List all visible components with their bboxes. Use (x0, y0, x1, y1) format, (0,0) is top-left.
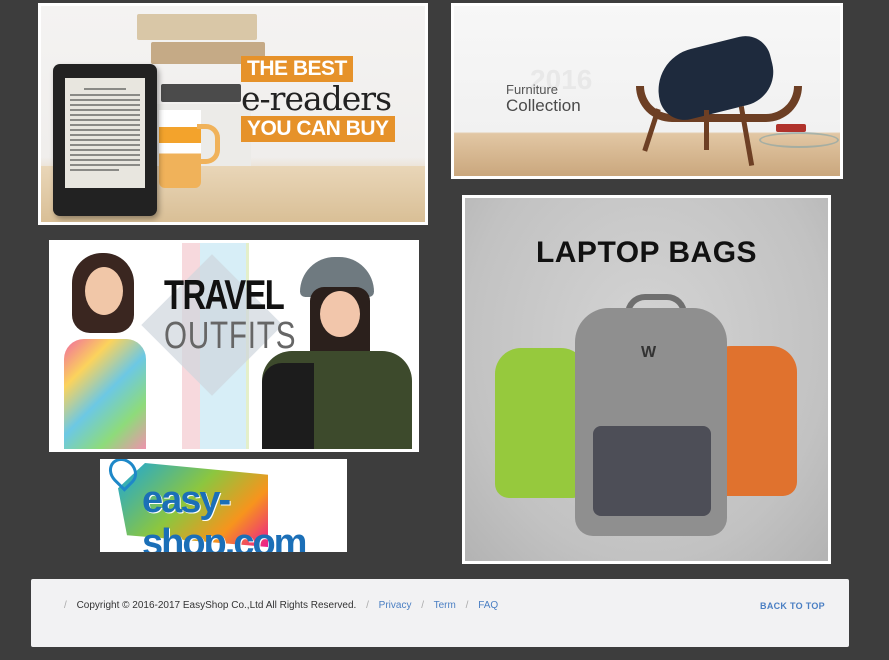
book-stack (137, 14, 257, 40)
chair-leg (704, 110, 709, 150)
separator: / (366, 600, 369, 611)
floral-dress (64, 339, 146, 449)
ereader-device (53, 64, 157, 216)
site-footer: / Copyright © 2016-2017 EasyShop Co.,Ltd… (31, 579, 849, 647)
headline-line3: YOU CAN BUY (241, 116, 395, 142)
separator: / (64, 600, 67, 611)
green-backpack (495, 348, 587, 498)
furniture-label: Furniture (506, 82, 559, 97)
separator: / (421, 600, 425, 611)
glass-side-table (759, 132, 839, 148)
book-stack (161, 84, 241, 102)
furniture-banner[interactable]: 2016 Furniture Collection (451, 3, 843, 179)
back-to-top-button[interactable]: BACK TO TOP (760, 601, 825, 611)
travel-outfits-banner[interactable]: TRAVEL OUTFITS (49, 240, 419, 452)
easyshop-logo[interactable]: easy-shop.com (100, 459, 347, 552)
backpack-open-pocket (593, 426, 711, 516)
logo-wordmark: easy-shop.com (142, 479, 307, 552)
ereaders-banner[interactable]: THE BEST e-readers YOU CAN BUY (38, 3, 428, 225)
laptop-bags-banner[interactable]: LAPTOP BAGS W (462, 195, 831, 564)
privacy-link[interactable]: Privacy (379, 600, 412, 611)
collection-label: Collection (506, 96, 581, 115)
person-face (320, 291, 360, 337)
brand-logo-icon: W (641, 344, 657, 361)
coffee-mug (159, 110, 201, 188)
headline-line2: e-readers (241, 79, 392, 118)
outfits-headline: OUTFITS (164, 315, 297, 357)
travel-headline: TRAVEL (164, 271, 285, 318)
leather-sleeve (262, 363, 314, 449)
magazine (776, 124, 806, 132)
separator: / (465, 600, 469, 611)
ereaders-headline: THE BEST e-readers YOU CAN BUY (241, 56, 413, 142)
faq-link[interactable]: FAQ (478, 600, 498, 611)
ereader-screen (65, 78, 145, 188)
person-face (85, 267, 123, 315)
term-link[interactable]: Term (434, 600, 456, 611)
mug-handle (197, 124, 220, 164)
laptop-bags-headline: LAPTOP BAGS (535, 236, 758, 269)
copyright-text: Copyright © 2016-2017 EasyShop Co.,Ltd A… (76, 600, 357, 611)
footer-links-row: / Copyright © 2016-2017 EasyShop Co.,Ltd… (57, 600, 498, 611)
